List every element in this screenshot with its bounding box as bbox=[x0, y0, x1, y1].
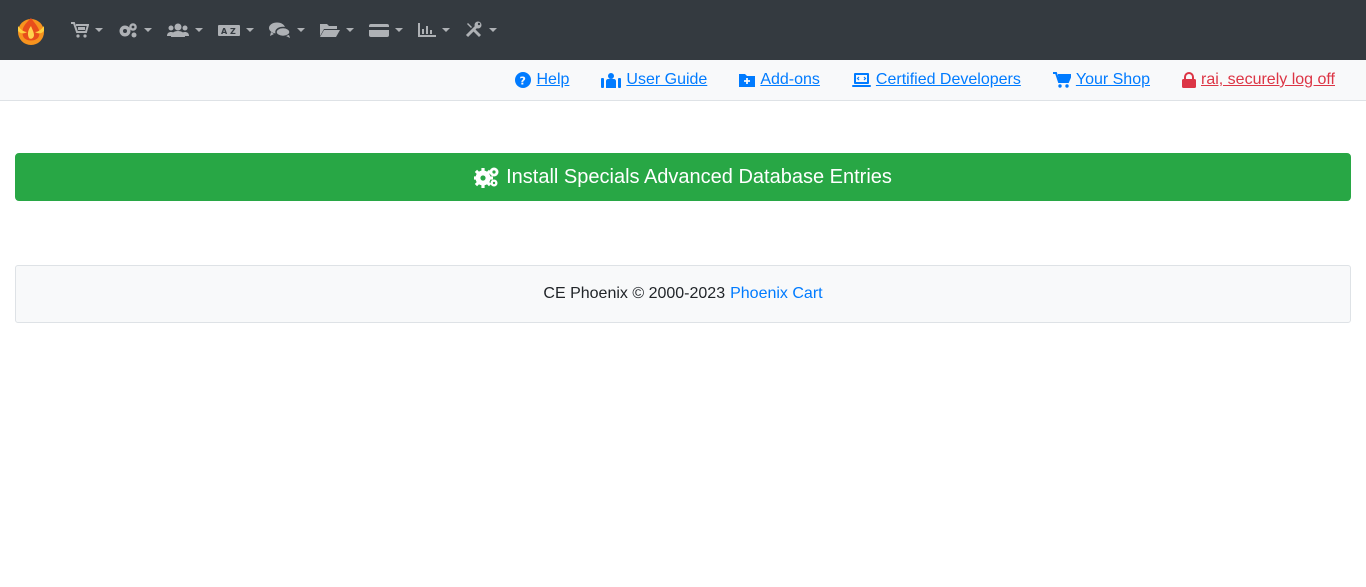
logoff-link[interactable]: rai, securely log off bbox=[1182, 71, 1335, 89]
logoff-label: rai, securely log off bbox=[1201, 71, 1335, 88]
footer: CE Phoenix © 2000-2023 Phoenix Cart bbox=[15, 265, 1351, 323]
reviews-menu[interactable] bbox=[264, 0, 315, 60]
question-circle-icon: ? bbox=[515, 72, 532, 88]
orders-menu[interactable] bbox=[315, 0, 364, 60]
cogs-icon bbox=[119, 23, 137, 38]
chevron-down-icon bbox=[395, 28, 403, 32]
catalog-menu[interactable] bbox=[66, 0, 113, 60]
chevron-down-icon bbox=[144, 28, 152, 32]
addons-link[interactable]: Add-ons bbox=[739, 71, 820, 89]
your-shop-link[interactable]: Your Shop bbox=[1052, 71, 1150, 89]
user-guide-link[interactable]: User Guide bbox=[601, 71, 707, 89]
your-shop-label: Your Shop bbox=[1075, 71, 1150, 88]
language-icon: AZ bbox=[218, 25, 240, 36]
user-guide-label: User Guide bbox=[626, 71, 708, 88]
svg-text:Z: Z bbox=[230, 27, 236, 36]
chevron-down-icon bbox=[195, 28, 203, 32]
tools-icon bbox=[465, 21, 482, 38]
header-links: ? Help User Guide Add-ons Certified Deve… bbox=[483, 60, 1335, 100]
chevron-down-icon bbox=[346, 28, 354, 32]
svg-text:A: A bbox=[221, 27, 228, 36]
localization-menu[interactable]: AZ bbox=[213, 0, 264, 60]
phoenix-logo-icon[interactable] bbox=[15, 14, 47, 46]
phoenix-cart-link[interactable]: Phoenix Cart bbox=[730, 285, 823, 303]
install-button-label: Install Specials Advanced Database Entri… bbox=[506, 165, 892, 188]
payment-menu[interactable] bbox=[364, 0, 413, 60]
lock-icon bbox=[1182, 72, 1196, 88]
chevron-down-icon bbox=[489, 28, 497, 32]
chevron-down-icon bbox=[246, 28, 254, 32]
chevron-down-icon bbox=[442, 28, 450, 32]
folder-plus-icon bbox=[739, 74, 756, 87]
credit-card-icon bbox=[369, 24, 389, 37]
users-icon bbox=[167, 23, 189, 37]
laptop-code-icon bbox=[851, 73, 871, 87]
folder-open-icon bbox=[320, 24, 340, 37]
help-link[interactable]: ? Help bbox=[515, 71, 569, 89]
reports-menu[interactable] bbox=[413, 0, 460, 60]
certified-developers-label: Certified Developers bbox=[875, 71, 1021, 88]
svg-text:?: ? bbox=[520, 75, 526, 88]
customers-menu[interactable] bbox=[162, 0, 213, 60]
comments-icon bbox=[269, 22, 291, 38]
user-guide-icon bbox=[601, 73, 622, 88]
shopping-cart-icon bbox=[1052, 72, 1071, 88]
chart-icon bbox=[418, 23, 436, 37]
chevron-down-icon bbox=[297, 28, 305, 32]
modules-menu[interactable] bbox=[113, 0, 162, 60]
secondary-links-bar: ? Help User Guide Add-ons Certified Deve… bbox=[0, 60, 1366, 101]
footer-copyright: CE Phoenix © 2000-2023 bbox=[543, 285, 726, 302]
install-button[interactable]: Install Specials Advanced Database Entri… bbox=[15, 153, 1351, 201]
tools-menu[interactable] bbox=[460, 0, 507, 60]
certified-developers-link[interactable]: Certified Developers bbox=[851, 71, 1021, 89]
cogs-icon bbox=[474, 167, 499, 188]
chevron-down-icon bbox=[95, 28, 103, 32]
addons-label: Add-ons bbox=[760, 71, 820, 88]
cart-icon bbox=[71, 22, 89, 38]
help-label: Help bbox=[536, 71, 570, 88]
top-navbar: AZ bbox=[0, 0, 1366, 60]
admin-menu: AZ bbox=[66, 0, 507, 60]
